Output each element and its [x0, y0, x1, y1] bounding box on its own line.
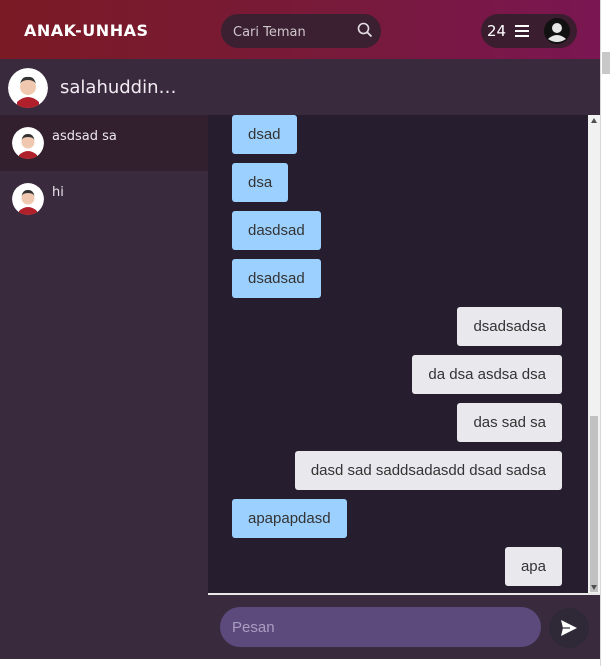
contact-item[interactable]: asdsad sa: [0, 115, 208, 171]
message-bubble-received: dasd sad saddsadasdd dsad sadsa: [294, 451, 562, 490]
window-scroll-thumb[interactable]: [602, 52, 610, 74]
message-bubble-received: dsadsadsa: [457, 307, 562, 346]
send-icon: [561, 620, 577, 636]
scroll-down-arrow-icon[interactable]: [591, 585, 597, 590]
current-user-name: salahuddin…: [60, 77, 177, 98]
chat-messages[interactable]: dsad dsa dasdsad dsadsad dsadsadsa da ds…: [208, 115, 588, 593]
message-bubble-sent: apapapdasd: [232, 499, 347, 538]
avatar: [8, 68, 48, 108]
send-button[interactable]: [549, 608, 589, 648]
user-circle-icon[interactable]: [543, 17, 571, 45]
brand-logo[interactable]: ANAK-UNHAS: [24, 21, 148, 40]
notification-count[interactable]: 24: [487, 22, 506, 40]
chat-scroll-thumb[interactable]: [590, 416, 598, 592]
message-bubble-received: apa: [504, 547, 562, 586]
message-bubble-sent: dsadsad: [232, 259, 321, 298]
avatar: [12, 183, 44, 215]
message-bubble-received: das sad sa: [457, 403, 562, 442]
window-scrollbar[interactable]: [600, 0, 610, 666]
scroll-up-arrow-icon[interactable]: [591, 118, 597, 123]
message-bubble-received: da dsa asdsa dsa: [412, 355, 562, 394]
chat-header: [208, 59, 600, 115]
sidebar: salahuddin… asdsad sa hi: [0, 59, 208, 659]
message-bubble-sent: dsad: [232, 115, 297, 154]
message-bubble-sent: dsa: [232, 163, 289, 202]
contact-name: hi: [52, 185, 64, 200]
avatar: [12, 127, 44, 159]
hamburger-icon[interactable]: [515, 24, 529, 38]
contact-name: asdsad sa: [52, 129, 117, 144]
message-bubble-sent: dasdsad: [232, 211, 321, 250]
search-icon[interactable]: [357, 22, 373, 38]
message-input[interactable]: [220, 607, 541, 647]
contact-item[interactable]: hi: [0, 171, 208, 227]
search-input[interactable]: [233, 23, 353, 41]
window-bottom-edge: [0, 659, 600, 666]
sidebar-header: salahuddin…: [0, 59, 208, 115]
